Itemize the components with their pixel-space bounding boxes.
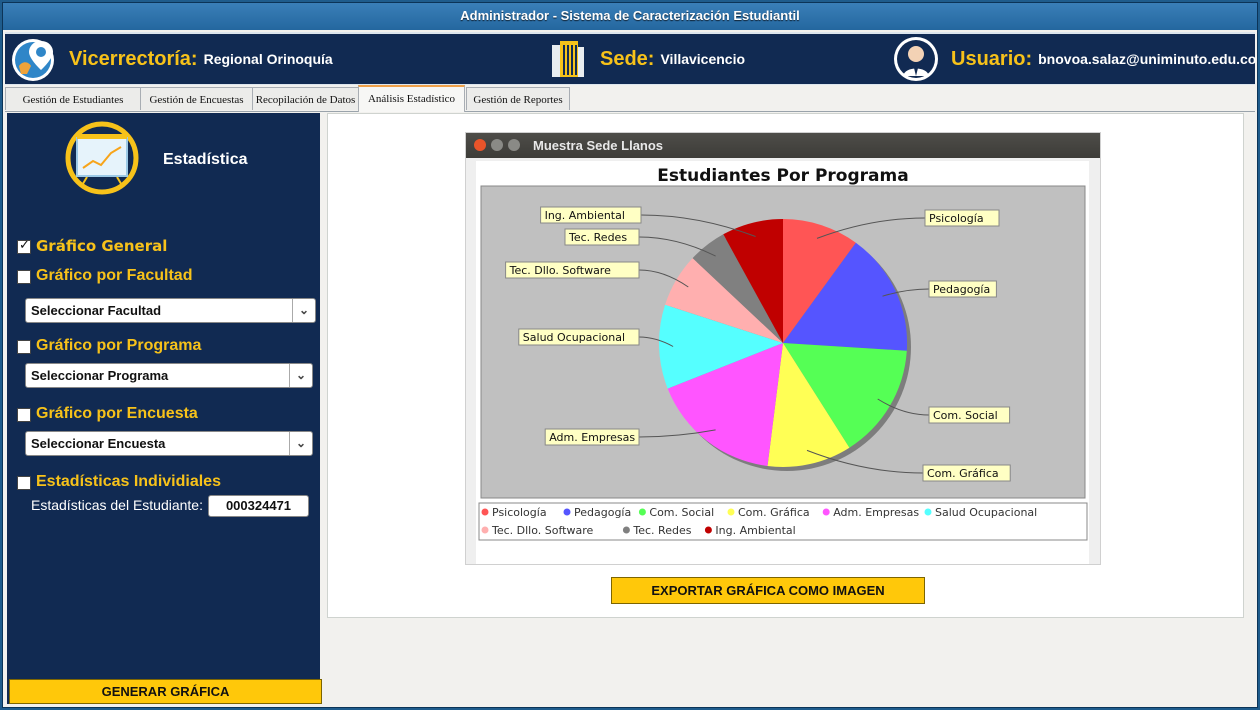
pie-label-tec-dllo-software: Tec. Dllo. Software xyxy=(509,264,611,277)
option-grafico-programa[interactable]: Gráfico por Programa xyxy=(36,337,201,355)
app-header: Vicerrectoría: Regional Orinoquía Sede: … xyxy=(5,32,1256,86)
vicerrectoria-value: Regional Orinoquía xyxy=(203,51,333,67)
legend-marker xyxy=(638,508,646,516)
sede-value: Villavicencio xyxy=(660,51,746,67)
legend-marker xyxy=(924,508,932,516)
chart-window-title: Muestra Sede Llanos xyxy=(533,138,664,153)
legend-item: Pedagogía xyxy=(574,506,631,519)
legend-marker xyxy=(481,508,489,516)
encuesta-select[interactable]: Seleccionar Encuesta ⌄ xyxy=(25,431,313,456)
chart-window: Muestra Sede Llanos Estudiantes Por Prog… xyxy=(465,132,1101,565)
sede-group: Sede: Villavicencio xyxy=(550,34,745,84)
pie-label-tec-redes: Tec. Redes xyxy=(568,231,627,244)
pie-chart: Estudiantes Por Programa Psicología Pedag… xyxy=(476,161,1089,564)
option-grafico-general[interactable]: Gráfico General xyxy=(36,237,167,255)
pie-label-com-grafica: Com. Gráfica xyxy=(927,467,999,480)
usuario-group: Usuario: bnovoa.salaz@uniminuto.edu.co xyxy=(893,34,1256,84)
legend-marker xyxy=(727,508,735,516)
sidebar: Estadística Gráfico General Gráfico por … xyxy=(7,113,322,704)
legend-item: Salud Ocupacional xyxy=(935,506,1037,519)
tab-analisis-estadistico[interactable]: Análisis Estadístico xyxy=(358,85,465,112)
minimize-icon[interactable] xyxy=(491,139,503,151)
chevron-down-icon: ⌄ xyxy=(289,364,312,387)
chevron-down-icon: ⌄ xyxy=(289,432,312,455)
presentation-chart-icon xyxy=(65,121,139,195)
legend-item: Com. Social xyxy=(649,506,714,519)
chevron-down-icon: ⌄ xyxy=(292,299,315,322)
checkbox-grafico-general[interactable] xyxy=(17,237,31,254)
chart-window-titlebar: Muestra Sede Llanos xyxy=(466,133,1100,158)
pie-label-salud-ocupacional: Salud Ocupacional xyxy=(523,331,625,344)
pie-label-ing-ambiental: Ing. Ambiental xyxy=(545,209,625,222)
legend-marker xyxy=(822,508,830,516)
legend-marker xyxy=(622,526,630,534)
facultad-select[interactable]: Seleccionar Facultad ⌄ xyxy=(25,298,316,323)
encuesta-select-value: Seleccionar Encuesta xyxy=(31,436,166,451)
checkbox-grafico-encuesta[interactable] xyxy=(17,408,31,422)
legend-item: Adm. Empresas xyxy=(833,506,919,519)
legend-item: Com. Gráfica xyxy=(738,506,810,519)
building-icon xyxy=(552,41,584,77)
legend-marker xyxy=(563,508,571,516)
programa-select[interactable]: Seleccionar Programa ⌄ xyxy=(25,363,313,388)
pie-label-psicologia: Psicología xyxy=(929,212,984,225)
legend-item: Tec. Dllo. Software xyxy=(491,524,593,537)
checkbox-grafico-facultad[interactable] xyxy=(17,270,31,284)
usuario-label: Usuario: xyxy=(951,47,1033,70)
tab-gestion-reportes[interactable]: Gestión de Reportes xyxy=(466,87,570,110)
pie-label-pedagogia: Pedagogía xyxy=(933,283,990,296)
sede-label: Sede: xyxy=(600,47,655,70)
programa-select-value: Seleccionar Programa xyxy=(31,368,169,383)
tab-gestion-estudiantes[interactable]: Gestión de Estudiantes xyxy=(5,87,141,110)
option-grafico-encuesta[interactable]: Gráfico por Encuesta xyxy=(36,405,198,423)
tab-bar: Gestión de Estudiantes Gestión de Encues… xyxy=(5,85,1255,112)
student-stats-label: Estadísticas del Estudiante: xyxy=(31,497,203,513)
vicerrectoria-label: Vicerrectoría: xyxy=(69,47,198,70)
legend-marker xyxy=(704,526,712,534)
checkbox-grafico-programa[interactable] xyxy=(17,340,31,354)
export-chart-button[interactable]: EXPORTAR GRÁFICA COMO IMAGEN xyxy=(611,577,925,604)
window-title: Administrador - Sistema de Caracterizaci… xyxy=(3,3,1257,30)
user-avatar-icon xyxy=(894,37,938,81)
location-pin-icon xyxy=(12,39,54,81)
chart-title: Estudiantes Por Programa xyxy=(657,166,908,186)
pie-label-com-social: Com. Social xyxy=(933,409,998,422)
sidebar-title: Estadística xyxy=(163,151,248,168)
tab-recopilacion-datos[interactable]: Recopilación de Datos xyxy=(252,87,359,110)
vicerrectoria-group: Vicerrectoría: Regional Orinoquía xyxy=(11,34,333,84)
facultad-select-value: Seleccionar Facultad xyxy=(31,303,162,318)
option-grafico-facultad[interactable]: Gráfico por Facultad xyxy=(36,267,192,285)
option-estadisticas-individuales[interactable]: Estadísticas Individiales xyxy=(36,473,221,491)
tab-gestion-encuestas[interactable]: Gestión de Encuestas xyxy=(140,87,253,110)
legend-item: Ing. Ambiental xyxy=(715,524,795,537)
close-icon[interactable] xyxy=(474,139,486,151)
pie-label-adm-empresas: Adm. Empresas xyxy=(549,431,635,444)
checkbox-estadisticas-individuales[interactable] xyxy=(17,476,31,490)
usuario-value: bnovoa.salaz@uniminuto.edu.co xyxy=(1038,51,1257,67)
legend-item: Psicología xyxy=(492,506,547,519)
legend-marker xyxy=(481,526,489,534)
legend-item: Tec. Redes xyxy=(632,524,691,537)
student-id-input[interactable]: 000324471 xyxy=(208,495,309,517)
generate-chart-button[interactable]: GENERAR GRÁFICA xyxy=(9,679,322,704)
maximize-icon[interactable] xyxy=(508,139,520,151)
